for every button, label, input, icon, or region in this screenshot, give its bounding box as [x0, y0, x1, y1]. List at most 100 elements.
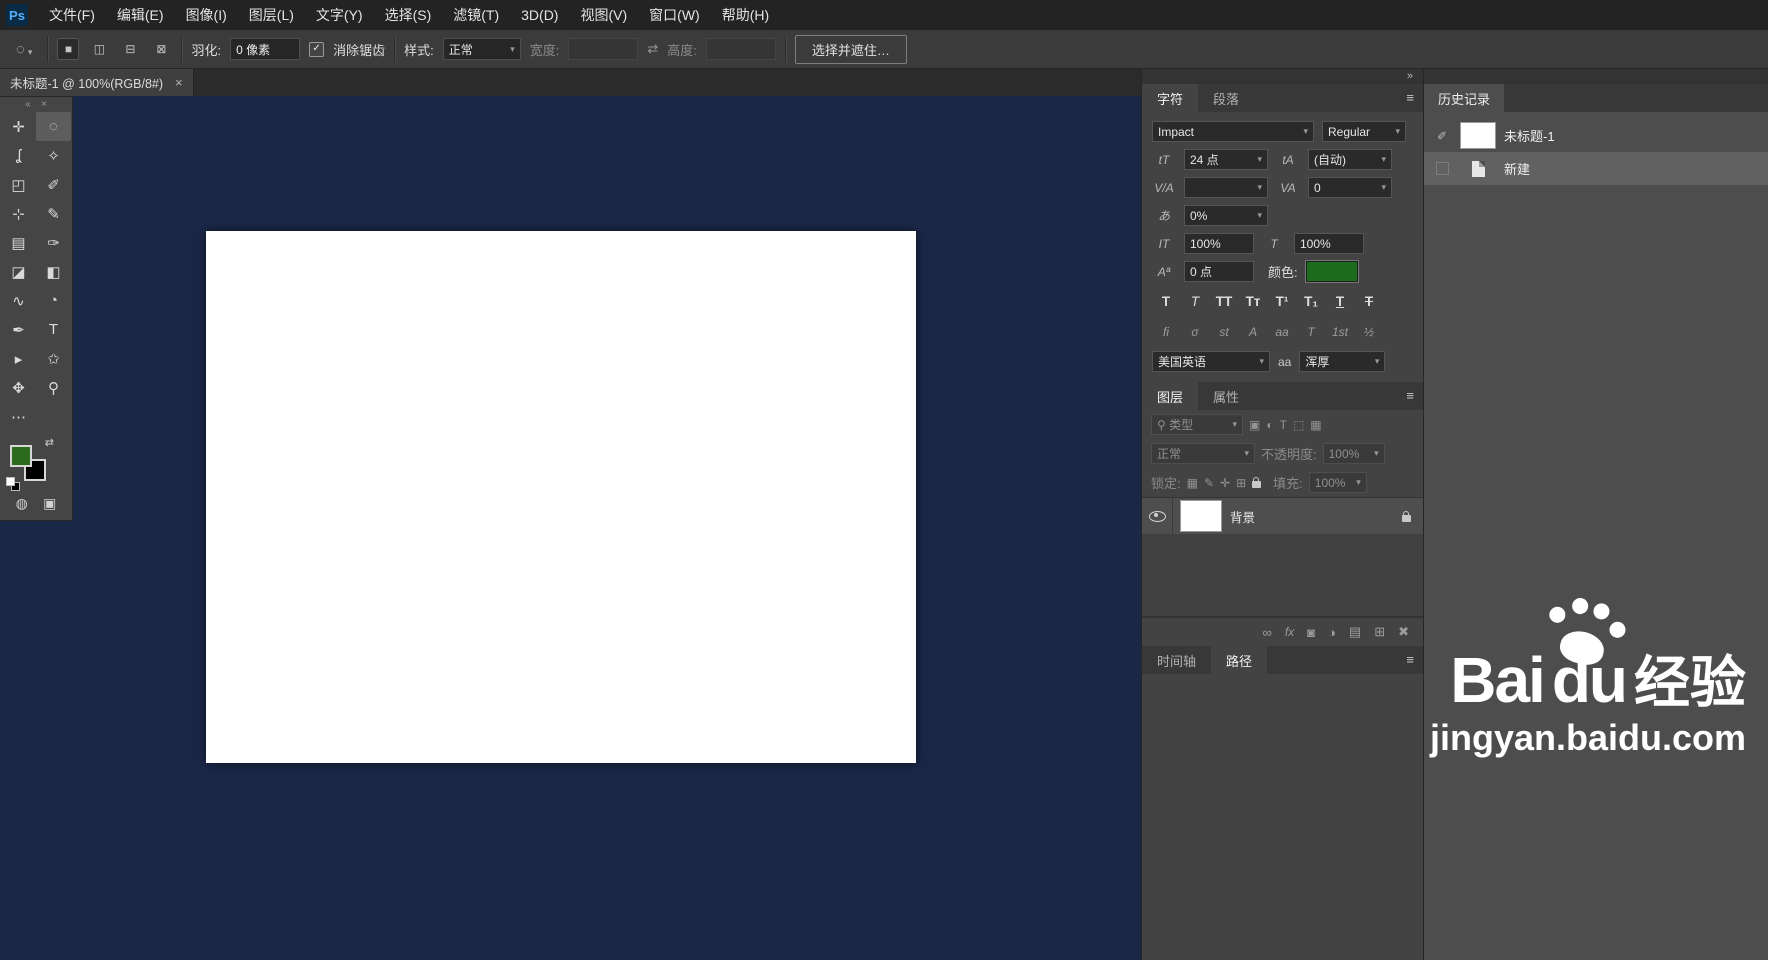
new-group-icon[interactable]: ▤ [1349, 624, 1361, 640]
eyedropper-tool[interactable]: ✐ [36, 170, 71, 199]
adjustment-layer-icon[interactable]: ◑ [1328, 625, 1336, 640]
stylistic-alternates-button[interactable]: aa [1268, 320, 1296, 344]
tab-paths[interactable]: 路径 [1211, 646, 1268, 674]
standard-ligatures-button[interactable]: fi [1152, 320, 1180, 344]
menu-image[interactable]: 图像(I) [175, 0, 238, 30]
lock-position-icon[interactable]: ✛ [1220, 476, 1230, 490]
spot-healing-brush-tool[interactable]: ⊹ [1, 199, 36, 228]
swap-colors-icon[interactable]: ⇄ [45, 436, 54, 449]
close-icon[interactable]: × [175, 75, 183, 90]
menu-layer[interactable]: 图层(L) [238, 0, 305, 30]
history-snapshot-row[interactable]: ✐ 未标题-1 [1424, 119, 1768, 152]
lock-transparency-icon[interactable]: ▦ [1187, 476, 1198, 490]
history-source-checkbox[interactable] [1435, 162, 1449, 175]
smudge-tool[interactable]: ∿ [1, 286, 36, 315]
menu-edit[interactable]: 编辑(E) [106, 0, 175, 30]
layer-thumbnail[interactable] [1180, 500, 1222, 532]
pen-tool[interactable]: ✒ [1, 315, 36, 344]
lock-all-icon[interactable] [1252, 477, 1262, 488]
add-selection-button[interactable]: ◫ [88, 38, 110, 60]
all-caps-button[interactable]: TT [1210, 289, 1238, 313]
swash-button[interactable]: A [1239, 320, 1267, 344]
font-family-dropdown[interactable]: Impact ▾ [1152, 121, 1314, 142]
faux-bold-button[interactable]: T [1152, 289, 1180, 313]
elliptical-marquee-tool[interactable]: ◌ [36, 112, 71, 141]
small-caps-button[interactable]: Tᴛ [1239, 289, 1267, 313]
lock-pixels-icon[interactable]: ✎ [1204, 476, 1214, 490]
crop-tool[interactable]: ◰ [1, 170, 36, 199]
document-canvas[interactable] [206, 231, 916, 763]
tab-paragraph[interactable]: 段落 [1198, 84, 1254, 112]
foreground-color-swatch[interactable] [10, 445, 32, 467]
menu-window[interactable]: 窗口(W) [638, 0, 711, 30]
new-selection-button[interactable]: ■ [57, 38, 80, 60]
tool-preset-picker[interactable]: ◌ ▾ [10, 41, 38, 58]
panel-menu-icon[interactable]: ≡ [1406, 388, 1414, 403]
layer-style-icon[interactable]: fx [1285, 625, 1294, 639]
language-dropdown[interactable]: 美国英语 ▾ [1152, 351, 1270, 372]
font-style-dropdown[interactable]: Regular ▾ [1322, 121, 1406, 142]
strikethrough-button[interactable]: T [1355, 289, 1383, 313]
quick-selection-tool[interactable]: ✧ [36, 141, 71, 170]
underline-button[interactable]: T [1326, 289, 1354, 313]
swap-dimensions-icon[interactable]: ⇄ [647, 41, 658, 57]
panel-menu-icon[interactable]: ≡ [1406, 90, 1414, 105]
subscript-button[interactable]: T₁ [1297, 289, 1325, 313]
filter-adjustment-layers-icon[interactable]: ◐ [1266, 418, 1273, 432]
select-and-mask-button[interactable]: 选择并遮住… [794, 34, 907, 64]
link-layers-icon[interactable]: ∞ [1263, 625, 1272, 640]
delete-layer-icon[interactable]: ✖ [1398, 624, 1409, 640]
screen-mode-icon[interactable]: ▣ [43, 495, 56, 512]
tab-layers[interactable]: 图层 [1142, 382, 1199, 410]
style-dropdown[interactable]: 正常 ▾ [442, 38, 521, 60]
tab-character[interactable]: 字符 [1142, 84, 1199, 112]
ps-app-icon[interactable]: Ps [6, 4, 28, 26]
blend-mode-dropdown[interactable]: 正常 ▾ [1151, 443, 1255, 464]
history-brush-source-icon[interactable]: ✐ [1432, 129, 1452, 143]
opacity-dropdown[interactable]: 100% ▾ [1322, 443, 1385, 464]
fractions-button[interactable]: ½ [1355, 320, 1383, 344]
layer-mask-icon[interactable]: ◙ [1307, 625, 1315, 640]
filter-pixel-layers-icon[interactable]: ▣ [1249, 418, 1260, 432]
tab-timeline[interactable]: 时间轴 [1142, 646, 1211, 674]
edit-toolbar-button[interactable]: ⋯ [1, 402, 36, 431]
font-size-dropdown[interactable]: 24 点 ▾ [1184, 149, 1268, 170]
eraser-tool[interactable]: ◪ [1, 257, 36, 286]
width-input[interactable] [568, 38, 639, 60]
canvas-workspace[interactable]: « × ✛ ◌ ʆ ✧ ◰ ✐ ⊹ ✎ ▤ ✑ ◪ ◧ ∿ ◔ ✒ T ▸ ✩ … [0, 96, 1141, 960]
filter-type-layers-icon[interactable]: T [1280, 418, 1287, 432]
kerning-dropdown[interactable]: ▾ [1184, 177, 1268, 198]
discretionary-ligatures-button[interactable]: st [1210, 320, 1238, 344]
ordinals-button[interactable]: 1st [1326, 320, 1354, 344]
hand-tool[interactable]: ✥ [1, 373, 36, 402]
layer-filter-dropdown[interactable]: ⚲ 类型 ▾ [1151, 414, 1243, 435]
lasso-tool[interactable]: ʆ [1, 141, 36, 170]
titling-alternates-button[interactable]: T [1297, 320, 1325, 344]
layer-row-background[interactable]: 背景 [1142, 498, 1423, 534]
antialias-checkbox[interactable]: ✓ [309, 41, 325, 57]
menu-3d[interactable]: 3D(D) [510, 0, 569, 30]
tab-history[interactable]: 历史记录 [1424, 84, 1505, 112]
menu-filter[interactable]: 滤镜(T) [442, 0, 510, 30]
contextual-alternates-button[interactable]: σ [1181, 320, 1209, 344]
text-color-swatch[interactable] [1304, 260, 1359, 283]
document-tab[interactable]: 未标题-1 @ 100%(RGB/8#) × [0, 68, 194, 96]
menu-type[interactable]: 文字(Y) [305, 0, 374, 30]
path-selection-tool[interactable]: ▸ [1, 344, 36, 373]
history-state-row[interactable]: 新建 [1424, 152, 1768, 185]
close-icon[interactable]: × [41, 99, 47, 110]
collapse-toolbar-icon[interactable]: « [25, 99, 31, 110]
tab-properties[interactable]: 属性 [1198, 382, 1254, 410]
leading-dropdown[interactable]: (自动) ▾ [1308, 149, 1392, 170]
panel-menu-icon[interactable]: ≡ [1406, 652, 1414, 667]
visibility-toggle[interactable] [1142, 498, 1173, 534]
history-brush-tool[interactable]: ✑ [36, 228, 71, 257]
subtract-selection-button[interactable]: ⊟ [119, 38, 141, 60]
brush-tool[interactable]: ✎ [36, 199, 71, 228]
superscript-button[interactable]: T¹ [1268, 289, 1296, 313]
tracking-dropdown[interactable]: 0 ▾ [1308, 177, 1392, 198]
baseline-shift-input[interactable]: 0 点 [1184, 261, 1254, 282]
collapse-panels-icon[interactable]: » [1407, 70, 1413, 82]
menu-help[interactable]: 帮助(H) [711, 0, 780, 30]
shape-tool[interactable]: ✩ [36, 344, 71, 373]
